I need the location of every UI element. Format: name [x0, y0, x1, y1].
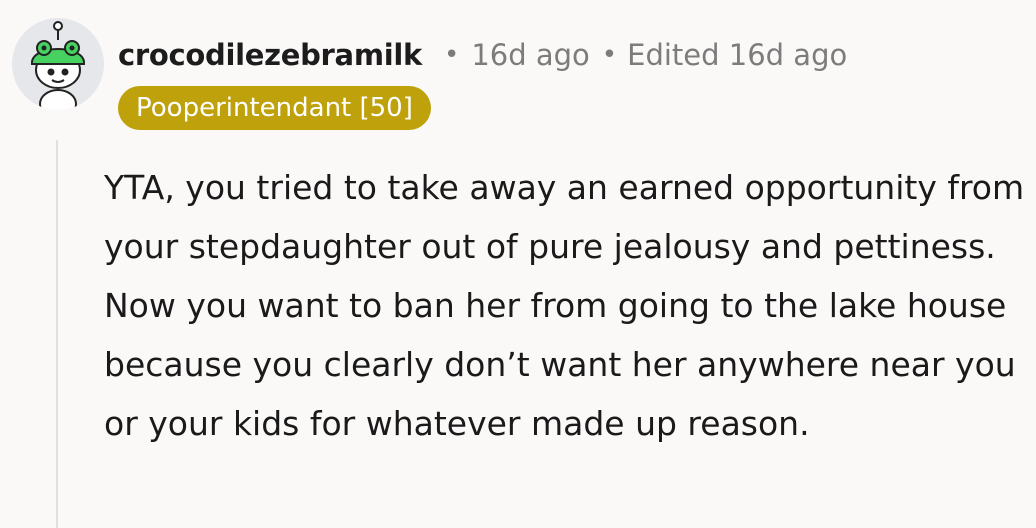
separator-dot: • — [601, 40, 618, 70]
comment-header: crocodilezebramilk • 16d ago • Edited 16… — [118, 32, 847, 78]
comment-timestamp[interactable]: 16d ago — [471, 38, 589, 72]
avatar[interactable] — [12, 18, 104, 110]
edited-timestamp: Edited 16d ago — [627, 38, 848, 72]
user-flair-badge: Pooperintendant [50] — [118, 86, 431, 130]
comment-body: YTA, you tried to take away an earned op… — [104, 168, 1025, 443]
username-link[interactable]: crocodilezebramilk — [118, 38, 422, 72]
separator-dot: • — [444, 40, 460, 70]
thread-line[interactable] — [56, 140, 58, 528]
snoo-avatar-icon — [30, 21, 86, 110]
